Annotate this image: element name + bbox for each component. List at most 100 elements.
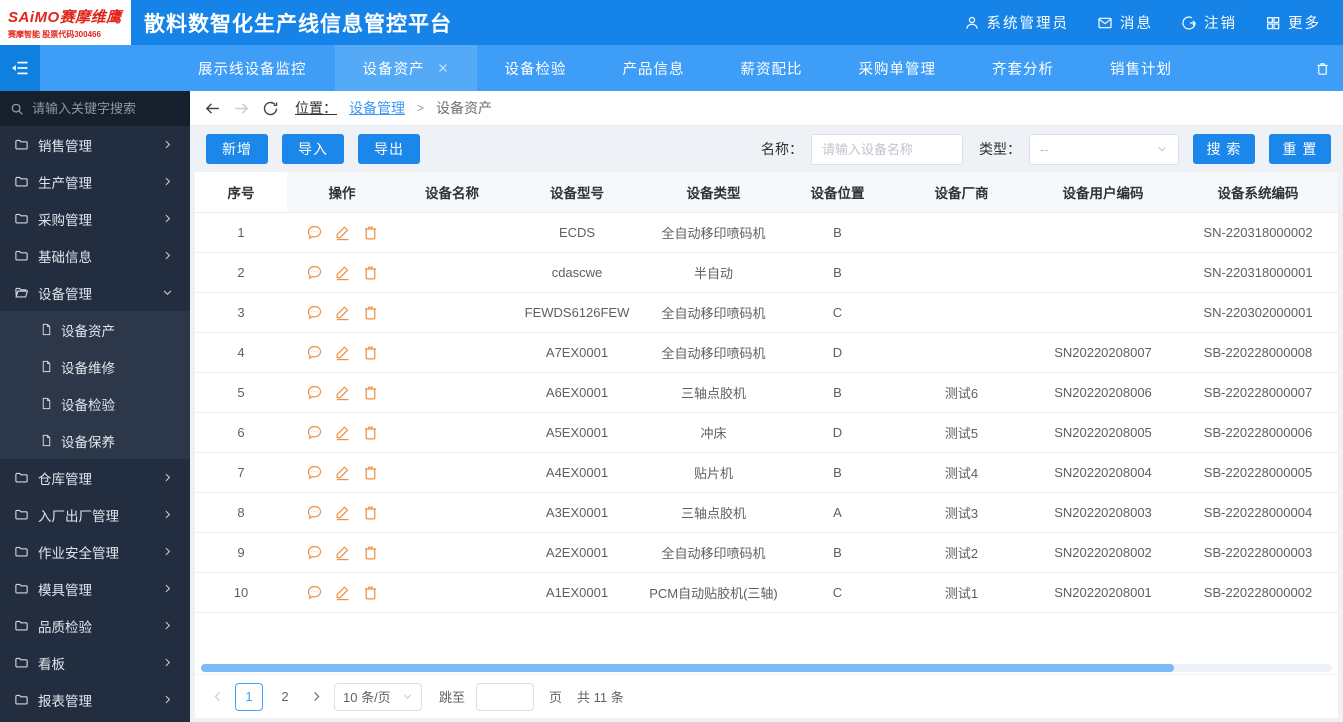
type-filter-label: 类型：	[979, 139, 1021, 159]
edit-icon[interactable]	[334, 264, 351, 281]
sidebar-item-设备管理[interactable]: 设备管理	[0, 274, 190, 311]
menu-fold-icon	[10, 58, 30, 78]
tab-label: 薪资配比	[741, 58, 803, 79]
messages-button[interactable]: 消息	[1097, 12, 1153, 33]
delete-icon[interactable]	[362, 544, 379, 561]
tab-展示线设备监控[interactable]: 展示线设备监控	[170, 45, 335, 91]
cell-device-system-code: SB-220228000005	[1178, 452, 1338, 492]
cell-device-location: B	[780, 452, 895, 492]
close-tab-icon[interactable]	[437, 62, 449, 74]
tab-销售计划[interactable]: 销售计划	[1082, 45, 1200, 91]
cell-device-name	[397, 212, 507, 252]
page-number-1[interactable]: 1	[235, 683, 263, 711]
comment-detail-icon[interactable]	[306, 504, 323, 521]
tab-设备检验[interactable]: 设备检验	[477, 45, 595, 91]
comment-detail-icon[interactable]	[306, 544, 323, 561]
cell-index: 6	[195, 412, 287, 452]
document-icon	[40, 434, 53, 447]
sidebar-item-仓库管理[interactable]: 仓库管理	[0, 459, 190, 496]
edit-icon[interactable]	[334, 424, 351, 441]
sidebar-subitem-设备维修[interactable]: 设备维修	[0, 348, 190, 385]
sidebar-item-看板[interactable]: 看板	[0, 644, 190, 681]
comment-detail-icon[interactable]	[306, 584, 323, 601]
edit-icon[interactable]	[334, 544, 351, 561]
tab-设备资产[interactable]: 设备资产	[335, 45, 477, 91]
next-page-button[interactable]	[310, 690, 323, 703]
sidebar-item-入厂出厂管理[interactable]: 入厂出厂管理	[0, 496, 190, 533]
sidebar-item-销售管理[interactable]: 销售管理	[0, 126, 190, 163]
close-all-tabs-button[interactable]	[1301, 45, 1343, 91]
refresh-button[interactable]	[262, 100, 279, 117]
page-size-value: 10 条/页	[343, 687, 391, 706]
sidebar-item-作业安全管理[interactable]: 作业安全管理	[0, 533, 190, 570]
page-number-2[interactable]: 2	[271, 683, 299, 711]
delete-icon[interactable]	[362, 504, 379, 521]
device-name-input[interactable]	[811, 134, 963, 165]
open-tabs: 展示线设备监控设备资产设备检验产品信息 薪资配比 采购单管理齐套分析销售计划	[170, 45, 1200, 91]
edit-icon[interactable]	[334, 344, 351, 361]
add-button[interactable]: 新增	[206, 134, 268, 164]
reset-button[interactable]: 重 置	[1269, 134, 1331, 164]
user-menu[interactable]: 系统管理员	[964, 12, 1070, 33]
import-button[interactable]: 导入	[282, 134, 344, 164]
comment-detail-icon[interactable]	[306, 264, 323, 281]
sidebar-item-模具管理[interactable]: 模具管理	[0, 570, 190, 607]
edit-icon[interactable]	[334, 304, 351, 321]
delete-icon[interactable]	[362, 464, 379, 481]
tab-齐套分析[interactable]: 齐套分析	[964, 45, 1082, 91]
sidebar-item-生产管理[interactable]: 生产管理	[0, 163, 190, 200]
comment-detail-icon[interactable]	[306, 304, 323, 321]
table-horizontal-scrollbar[interactable]	[201, 664, 1174, 672]
logo-brand-text: SAiMO赛摩维鹰	[8, 6, 125, 27]
sidebar-collapse-button[interactable]	[0, 45, 40, 91]
prev-page-button[interactable]	[211, 690, 224, 703]
edit-icon[interactable]	[334, 384, 351, 401]
back-button[interactable]	[204, 100, 221, 117]
delete-icon[interactable]	[362, 424, 379, 441]
tab-薪资配比[interactable]: 薪资配比	[713, 45, 831, 91]
sidebar-subitem-设备资产[interactable]: 设备资产	[0, 311, 190, 348]
jump-page-input[interactable]	[476, 683, 534, 711]
sidebar-subitem-设备检验[interactable]: 设备检验	[0, 385, 190, 422]
delete-icon[interactable]	[362, 304, 379, 321]
sidebar-item-label: 销售管理	[38, 135, 92, 155]
export-button[interactable]: 导出	[358, 134, 420, 164]
column-header-设备型号: 设备型号	[507, 172, 647, 212]
delete-icon[interactable]	[362, 344, 379, 361]
forward-button[interactable]	[233, 100, 250, 117]
trash-icon	[1315, 61, 1330, 76]
folder-icon	[14, 581, 29, 596]
sidebar-search-input[interactable]	[32, 101, 180, 116]
cell-index: 9	[195, 532, 287, 572]
cell-device-model: A1EX0001	[507, 572, 647, 612]
document-icon	[40, 323, 53, 336]
sidebar-subitem-设备保养[interactable]: 设备保养	[0, 422, 190, 459]
comment-detail-icon[interactable]	[306, 424, 323, 441]
comment-detail-icon[interactable]	[306, 464, 323, 481]
delete-icon[interactable]	[362, 584, 379, 601]
sidebar-item-基础信息[interactable]: 基础信息	[0, 237, 190, 274]
comment-detail-icon[interactable]	[306, 384, 323, 401]
edit-icon[interactable]	[334, 504, 351, 521]
delete-icon[interactable]	[362, 264, 379, 281]
column-header-设备位置: 设备位置	[780, 172, 895, 212]
delete-icon[interactable]	[362, 224, 379, 241]
comment-detail-icon[interactable]	[306, 344, 323, 361]
sidebar-item-采购管理[interactable]: 采购管理	[0, 200, 190, 237]
edit-icon[interactable]	[334, 224, 351, 241]
logout-button[interactable]: 注销	[1181, 12, 1237, 33]
tab-采购单管理[interactable]: 采购单管理	[831, 45, 965, 91]
edit-icon[interactable]	[334, 464, 351, 481]
sidebar-item-报表管理[interactable]: 报表管理	[0, 681, 190, 718]
delete-icon[interactable]	[362, 384, 379, 401]
sidebar-item-品质检验[interactable]: 品质检验	[0, 607, 190, 644]
device-type-select[interactable]: --	[1029, 134, 1179, 165]
breadcrumb-section-link[interactable]: 设备管理	[349, 98, 405, 118]
comment-detail-icon[interactable]	[306, 224, 323, 241]
page-size-select[interactable]: 10 条/页	[334, 683, 422, 711]
edit-icon[interactable]	[334, 584, 351, 601]
search-button[interactable]: 搜 索	[1193, 134, 1255, 164]
cell-device-system-code: SN-220302000001	[1178, 292, 1338, 332]
tab-产品信息[interactable]: 产品信息	[595, 45, 713, 91]
more-menu[interactable]: 更多	[1265, 12, 1321, 33]
